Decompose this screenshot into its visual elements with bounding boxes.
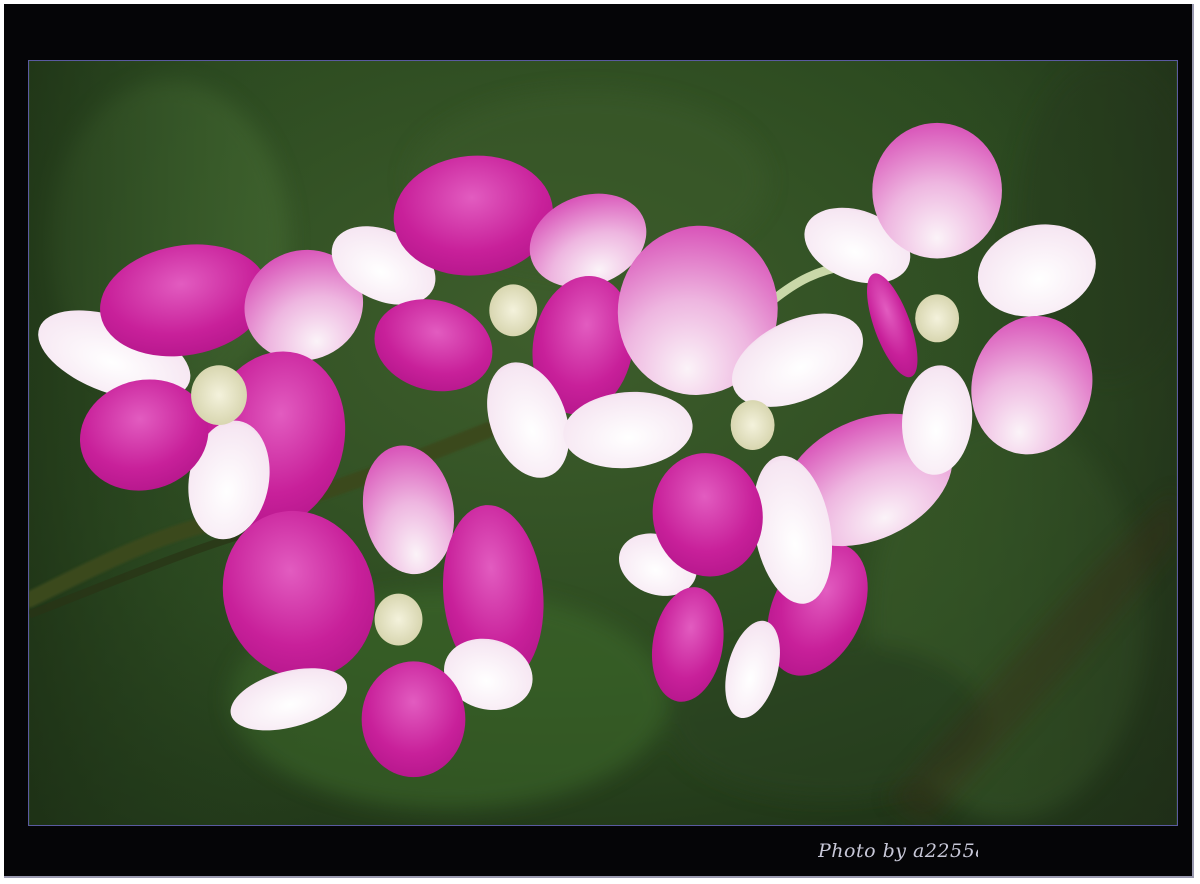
black-photo-frame [4, 4, 1194, 878]
photo-credit-signature: Photo by a2255a [818, 840, 978, 862]
orchid-flowers-icon [29, 61, 1177, 825]
orchid-photo [28, 60, 1178, 826]
